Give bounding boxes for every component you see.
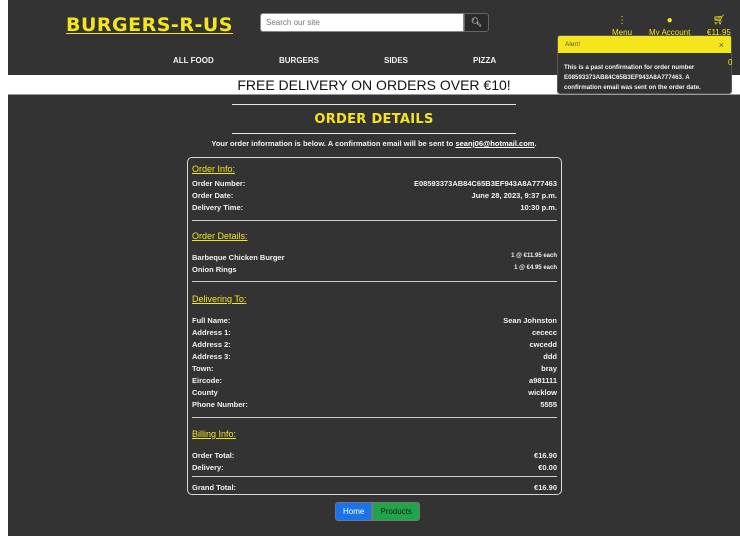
item-name: Onion Rings xyxy=(192,265,237,274)
row-value: wicklow xyxy=(528,388,557,397)
delivery-row: County wicklow xyxy=(192,388,557,397)
cart-link[interactable]: 🛒︎ €11.95 xyxy=(707,14,731,37)
toast-message: This is a past confirmation for order nu… xyxy=(564,64,701,91)
delivery-row: Phone Number: 5555 xyxy=(192,400,557,409)
delivery-row: Full Name: Sean Johnston xyxy=(192,316,557,325)
billing-row: Delivery: €0.00 xyxy=(192,463,557,472)
order-item-row: Onion Rings 1 @ €4.95 each xyxy=(192,265,557,274)
intro-suffix: . xyxy=(534,139,537,148)
item-qty-price: 1 @ €11.95 each xyxy=(511,253,557,259)
nav-pizza[interactable]: PIZZA xyxy=(473,56,496,65)
row-label: Town: xyxy=(192,364,214,373)
order-number-row: Order Number: E08593373AB84C65B3EF943A8A… xyxy=(192,179,557,188)
delivery-row: Town: bray xyxy=(192,364,557,373)
divider xyxy=(192,220,557,221)
row-value: €0.00 xyxy=(538,463,557,472)
order-card: Order Info: Order Number: E08593373AB84C… xyxy=(187,157,562,495)
order-item-row: Barbeque Chicken Burger 1 @ €11.95 each xyxy=(192,253,557,262)
email-link[interactable]: seanj06@hotmail.com xyxy=(455,139,534,148)
toast-label: Alert! xyxy=(565,41,581,48)
menu-link[interactable]: ⋮ Menu xyxy=(612,14,632,37)
row-value: E08593373AB84C65B3EF943A8A777463 xyxy=(413,179,557,188)
search-icon: 🔍︎ xyxy=(470,17,483,27)
row-value: 5555 xyxy=(540,400,557,409)
row-value: 10:30 p.m. xyxy=(520,203,557,212)
page-title: ORDER DETAILS xyxy=(314,111,434,127)
row-label: Address 3: xyxy=(192,352,231,361)
row-label: Eircode: xyxy=(192,376,223,385)
row-value: bray xyxy=(541,364,557,373)
row-value: ddd xyxy=(543,352,557,361)
delivery-time-row: Delivery Time: 10:30 p.m. xyxy=(192,203,557,212)
banner-text: FREE DELIVERY ON ORDERS OVER €10! xyxy=(237,76,511,93)
intro-message: Your order information is below. A confi… xyxy=(211,139,456,148)
alert-toast: Alert! × This is a past confirmation for… xyxy=(557,35,732,94)
toast-trailing: 0 xyxy=(728,58,733,67)
row-value: Sean Johnston xyxy=(503,316,557,325)
home-button[interactable]: Home xyxy=(335,502,373,521)
row-label: Order Date: xyxy=(192,191,234,200)
page-title-wrap: ORDER DETAILS xyxy=(232,104,516,134)
action-buttons: Home Products xyxy=(335,502,420,521)
grand-total-row: Grand Total: €16.90 xyxy=(192,483,557,492)
billing-row: Order Total: €16.90 xyxy=(192,451,557,460)
close-icon[interactable]: × xyxy=(719,40,724,50)
row-label: Address 2: xyxy=(192,340,231,349)
brand-logo-link[interactable]: BURGERS-R-US xyxy=(66,14,233,36)
row-label: Full Name: xyxy=(192,316,231,325)
nav-all-food[interactable]: ALL FOOD xyxy=(173,56,214,65)
row-label: Delivery Time: xyxy=(192,203,244,212)
row-label: Grand Total: xyxy=(192,483,237,492)
nav-sides[interactable]: SIDES xyxy=(384,56,408,65)
row-value: a981111 xyxy=(529,376,557,385)
row-label: Order Total: xyxy=(192,451,235,460)
my-account-link[interactable]: ● My Account xyxy=(649,14,690,37)
row-label: County xyxy=(192,388,218,397)
delivery-row: Address 2: cwcedd xyxy=(192,340,557,349)
delivery-row: Address 1: cececc xyxy=(192,328,557,337)
cart-icon: 🛒︎ xyxy=(712,15,726,26)
row-label: Address 1: xyxy=(192,328,231,337)
row-value: €16.90 xyxy=(534,451,557,460)
delivery-row: Address 3: ddd xyxy=(192,352,557,361)
divider xyxy=(192,281,557,282)
menu-icon: ⋮ xyxy=(617,15,627,26)
order-details-heading: Order Details: xyxy=(192,231,248,241)
item-qty-price: 1 @ €4.95 each xyxy=(514,265,557,271)
search-button[interactable]: 🔍︎ xyxy=(464,13,489,32)
products-button[interactable]: Products xyxy=(372,502,420,521)
intro-text: Your order information is below. A confi… xyxy=(8,139,740,148)
user-icon: ● xyxy=(666,15,673,26)
row-label: Phone Number: xyxy=(192,400,248,409)
search-input[interactable] xyxy=(260,13,464,32)
row-value: June 28, 2023, 9:37 p.m. xyxy=(471,191,557,200)
row-label: Delivery: xyxy=(192,463,224,472)
row-value: €16.90 xyxy=(534,483,557,492)
row-value: cwcedd xyxy=(529,340,557,349)
toast-header: Alert! × xyxy=(558,36,731,53)
divider xyxy=(192,417,557,418)
delivering-to-heading: Delivering To: xyxy=(192,294,247,304)
order-info-heading: Order Info: xyxy=(192,164,236,174)
divider xyxy=(192,476,557,477)
billing-info-heading: Billing Info: xyxy=(192,429,237,439)
nav-burgers[interactable]: BURGERS xyxy=(279,56,319,65)
item-name: Barbeque Chicken Burger xyxy=(192,253,285,262)
delivery-row: Eircode: a981111 xyxy=(192,376,557,385)
order-date-row: Order Date: June 28, 2023, 9:37 p.m. xyxy=(192,191,557,200)
row-label: Order Number: xyxy=(192,179,246,188)
row-value: cececc xyxy=(531,328,557,337)
search-form: 🔍︎ xyxy=(260,13,489,32)
